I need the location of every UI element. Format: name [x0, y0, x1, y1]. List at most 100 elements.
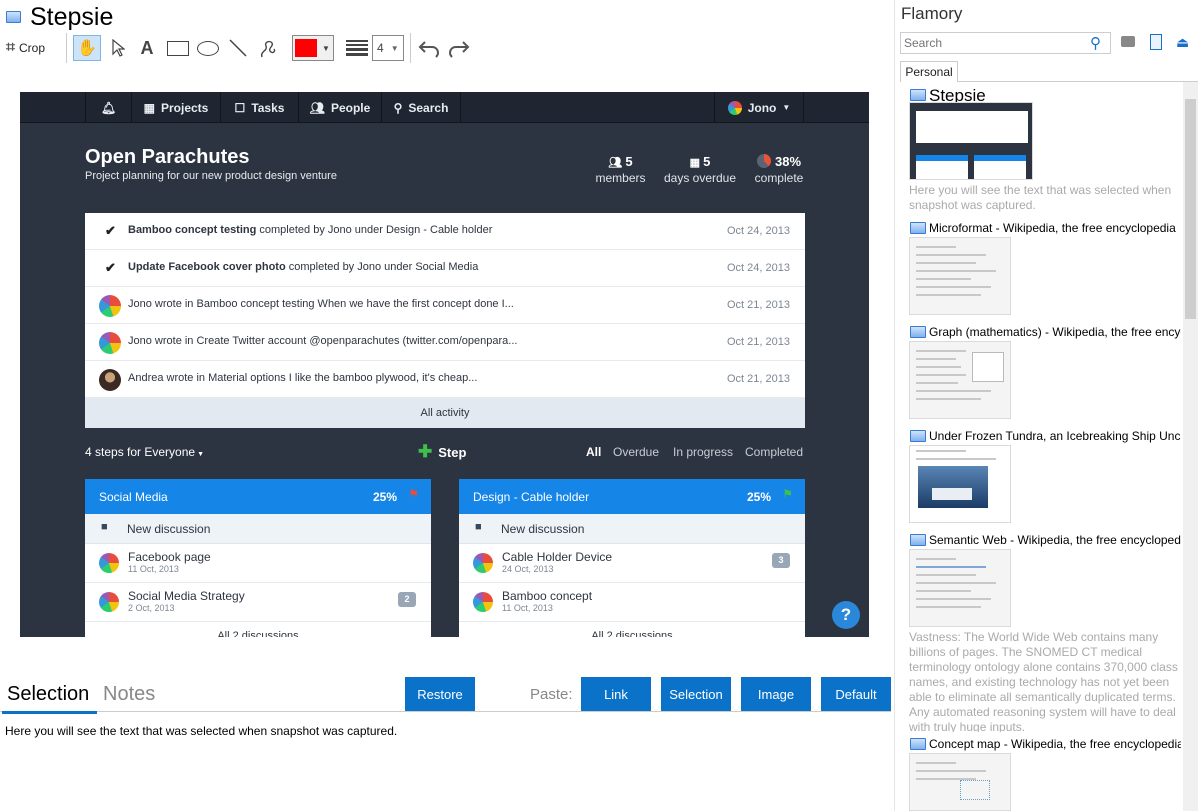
all-discussions-link[interactable]: All 2 discussions	[85, 622, 431, 637]
snapshot-title[interactable]: Under Frozen Tundra, an Icebreaking Ship…	[929, 429, 1181, 443]
tab-personal[interactable]: Personal	[900, 61, 958, 82]
snapshot-icon	[910, 430, 926, 442]
selection-text[interactable]: Here you will see the text that was sele…	[5, 724, 397, 738]
tab-selection[interactable]: Selection	[7, 683, 89, 706]
nav-tasks-label: Tasks	[251, 100, 285, 115]
nav-projects[interactable]: ▦ Projects	[132, 92, 221, 123]
paste-label: Paste:	[530, 686, 573, 703]
steps-filter-dropdown[interactable]: 4 steps for Everyone ▼	[85, 445, 204, 459]
snapshot-thumbnail[interactable]	[909, 753, 1011, 811]
snapshot-thumbnail[interactable]	[909, 549, 1011, 627]
avatar	[99, 553, 119, 573]
discussion-title: Cable Holder Device	[502, 550, 613, 564]
project-subtitle: Project planning for our new product des…	[85, 170, 337, 182]
stroke-size-select[interactable]: 4 ▼	[372, 35, 404, 61]
stat-members-label: members	[595, 171, 646, 185]
activity-row[interactable]: ✔ Update Facebook cover photo completed …	[85, 250, 805, 287]
paste-link-button[interactable]: Link	[581, 677, 651, 711]
nav-tasks[interactable]: ☐ Tasks	[221, 92, 299, 123]
activity-date: Oct 21, 2013	[727, 299, 790, 311]
discussion-item[interactable]: Bamboo concept 11 Oct, 2013	[459, 583, 805, 622]
snapshot-thumbnail[interactable]	[909, 341, 1011, 419]
activity-date: Oct 21, 2013	[727, 336, 790, 348]
activity-row[interactable]: ✔ Bamboo concept testing completed by Jo…	[85, 213, 805, 250]
activity-text: Andrea wrote in Material options I like …	[128, 372, 478, 384]
restore-button[interactable]: Restore	[405, 677, 475, 711]
select-tool-button[interactable]	[106, 35, 130, 61]
step-card-header[interactable]: Social Media 25% ⚑	[85, 479, 431, 514]
scrollbar-track[interactable]	[1183, 82, 1198, 811]
nav-people-label: People	[330, 100, 371, 115]
snapshot-title[interactable]: Graph (mathematics) - Wikipedia, the fre…	[929, 325, 1181, 339]
page-icon[interactable]	[1150, 34, 1162, 50]
add-step-button[interactable]: ✚ Step	[418, 442, 466, 462]
activity-row[interactable]: Andrea wrote in Material options I like …	[85, 361, 805, 398]
redo-button[interactable]	[447, 35, 471, 61]
discussion-title: Facebook page	[128, 550, 211, 564]
people-icon: 👥︎	[608, 157, 626, 169]
snapshot-title[interactable]: Semantic Web - Wikipedia, the free encyc…	[929, 533, 1181, 547]
collapse-icon[interactable]: ⏏	[1176, 34, 1189, 51]
snapshot-description: Here you will see the text that was sele…	[909, 183, 1172, 212]
filter-completed[interactable]: Completed	[745, 445, 803, 459]
hand-tool-button[interactable]: ✋	[73, 35, 101, 61]
activity-row[interactable]: Jono wrote in Create Twitter account @op…	[85, 324, 805, 361]
freehand-tool-button[interactable]	[256, 35, 280, 61]
snapshot-canvas[interactable]: 🔔︎ ▦ Projects ☐ Tasks 👥︎ People ⚲ Search Jon…	[20, 92, 869, 637]
camera-icon[interactable]	[1121, 36, 1135, 47]
discussion-item[interactable]: Social Media Strategy 2 Oct, 2013 2	[85, 583, 431, 622]
paste-default-button[interactable]: Default	[821, 677, 891, 711]
snapshot-thumbnail[interactable]	[909, 102, 1033, 180]
snapshot-thumbnail[interactable]	[909, 445, 1011, 523]
snapshot-title[interactable]: Concept map - Wikipedia, the free encycl…	[929, 737, 1181, 751]
step-card-header[interactable]: Design - Cable holder 25% ⚑	[459, 479, 805, 514]
crop-label: Crop	[19, 41, 46, 55]
caret-down-icon: ▼	[782, 103, 791, 112]
activity-date: Oct 21, 2013	[727, 373, 790, 385]
comment-count-badge: 3	[772, 553, 790, 568]
cursor-icon	[112, 39, 125, 57]
scrollbar-thumb[interactable]	[1185, 99, 1196, 319]
notifications-button[interactable]: 🔔︎	[85, 92, 132, 123]
search-icon[interactable]: ⚲	[1090, 34, 1101, 52]
new-discussion-button[interactable]: ■ New discussion	[459, 514, 805, 544]
stat-overdue-label: days overdue	[663, 171, 737, 185]
line-tool-button[interactable]	[226, 35, 250, 61]
paste-selection-button[interactable]: Selection	[661, 677, 731, 711]
line-icon	[229, 39, 247, 57]
nav-people[interactable]: 👥︎ People	[299, 92, 382, 123]
discussion-date: 11 Oct, 2013	[502, 603, 553, 613]
discussion-item[interactable]: Facebook page 11 Oct, 2013	[85, 544, 431, 583]
ellipse-tool-button[interactable]	[195, 35, 221, 61]
step-card: Design - Cable holder 25% ⚑ ■ New discus…	[459, 479, 805, 637]
help-button[interactable]: ?	[832, 601, 860, 629]
snapshot-thumbnail[interactable]	[909, 237, 1011, 315]
stat-complete-label: complete	[754, 171, 804, 185]
new-discussion-button[interactable]: ■ New discussion	[85, 514, 431, 544]
rectangle-tool-button[interactable]	[165, 35, 191, 61]
tab-notes[interactable]: Notes	[103, 683, 155, 706]
snapshot-title[interactable]: Microformat - Wikipedia, the free encycl…	[929, 221, 1181, 235]
paste-image-button[interactable]: Image	[741, 677, 811, 711]
color-picker[interactable]: ▼	[292, 35, 334, 61]
activity-row[interactable]: Jono wrote in Bamboo concept testing Whe…	[85, 287, 805, 324]
nav-search[interactable]: ⚲ Search	[382, 92, 461, 123]
activity-feed: ✔ Bamboo concept testing completed by Jo…	[85, 213, 805, 428]
undo-button[interactable]	[417, 35, 441, 61]
search-input[interactable]	[900, 32, 1111, 54]
avatar	[99, 332, 121, 354]
snapshot-icon	[910, 89, 926, 101]
toolbar-divider	[66, 33, 67, 63]
user-menu[interactable]: Jono ▼	[714, 92, 804, 123]
filter-all[interactable]: All	[586, 445, 601, 459]
all-activity-link[interactable]: All activity	[85, 398, 805, 428]
filter-in-progress[interactable]: In progress	[673, 445, 733, 459]
hand-icon: ✋	[77, 40, 97, 57]
check-icon: ✔	[105, 260, 116, 275]
crop-button[interactable]: ⌗ Crop	[6, 35, 58, 61]
all-discussions-link[interactable]: All 2 discussions	[459, 622, 805, 637]
discussion-title: Bamboo concept	[502, 589, 593, 603]
filter-overdue[interactable]: Overdue	[613, 445, 659, 459]
discussion-item[interactable]: Cable Holder Device 24 Oct, 2013 3	[459, 544, 805, 583]
text-tool-button[interactable]: A	[135, 35, 159, 61]
